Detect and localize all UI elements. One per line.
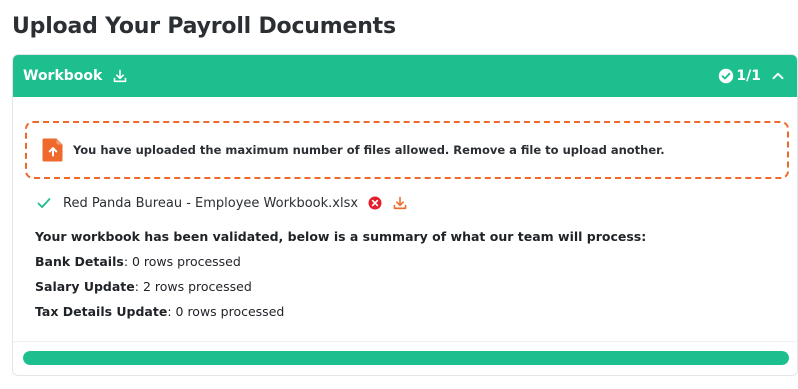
download-icon[interactable] [392, 195, 408, 211]
check-circle-icon [719, 68, 734, 84]
summary-item-value: : 2 rows processed [134, 279, 252, 294]
validation-summary: Your workbook has been validated, below … [35, 229, 646, 329]
summary-item-bank-details: Bank Details: 0 rows processed [35, 254, 646, 279]
upload-file-icon [41, 137, 65, 163]
panel-title: Workbook [23, 68, 103, 84]
upload-count-text: 1/1 [736, 68, 761, 84]
max-files-notice: You have uploaded the maximum number of … [25, 121, 789, 179]
remove-icon[interactable] [368, 196, 382, 210]
upload-count-group: 1/1 [718, 68, 785, 84]
page-title: Upload Your Payroll Documents [12, 14, 396, 39]
summary-item-tax-details-update: Tax Details Update: 0 rows processed [35, 304, 646, 329]
upload-count: 1/1 [718, 68, 761, 84]
download-icon[interactable] [112, 68, 128, 84]
check-icon [37, 197, 51, 209]
upload-page: Upload Your Payroll Documents Workbook 1… [0, 0, 798, 389]
uploaded-file-row: Red Panda Bureau - Employee Workbook.xls… [37, 194, 408, 212]
divider [13, 341, 797, 342]
summary-item-label: Bank Details [35, 254, 124, 269]
chevron-up-icon[interactable] [771, 69, 785, 83]
file-name: Red Panda Bureau - Employee Workbook.xls… [63, 195, 359, 211]
workbook-panel: Workbook 1/1 You have uploaded the maxim… [12, 54, 798, 376]
summary-item-label: Tax Details Update [35, 304, 168, 319]
summary-item-label: Salary Update [35, 279, 135, 294]
summary-item-salary-update: Salary Update: 2 rows processed [35, 279, 646, 304]
summary-item-value: : 0 rows processed [123, 254, 241, 269]
summary-heading: Your workbook has been validated, below … [35, 229, 647, 244]
upload-progress-bar [23, 351, 789, 365]
summary-item-value: : 0 rows processed [167, 304, 285, 319]
workbook-panel-header[interactable]: Workbook 1/1 [13, 55, 797, 97]
upload-progress-fill [23, 351, 789, 365]
max-files-notice-text: You have uploaded the maximum number of … [73, 143, 665, 157]
